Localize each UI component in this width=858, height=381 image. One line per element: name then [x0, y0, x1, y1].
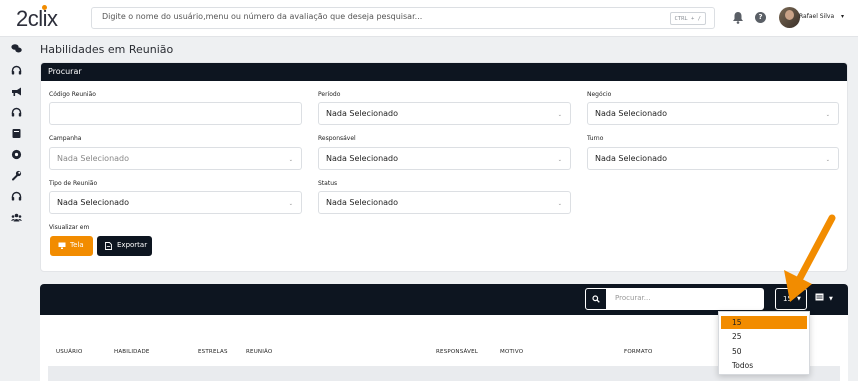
file-icon [105, 242, 112, 250]
col-reuniao[interactable]: REUNIÃO [246, 349, 272, 355]
help-icon[interactable]: ? [755, 12, 766, 23]
arrow-annotation-icon [784, 214, 836, 302]
filter-panel: Procurar Código Reunião Período Nada Sel… [40, 62, 848, 272]
megaphone-icon[interactable] [11, 86, 22, 97]
col-formato[interactable]: FORMATO [624, 349, 652, 355]
responsavel-value: Nada Selecionado [326, 154, 399, 163]
col-usuario[interactable]: USUÁRIO [56, 349, 82, 355]
tela-label: Tela [70, 241, 84, 249]
chevron-down-icon: ⌄ [288, 157, 293, 163]
user-name[interactable]: Rafael Silva [799, 13, 834, 20]
tipo-label: Tipo de Reunião [49, 180, 98, 187]
chevron-down-icon: ⌄ [288, 201, 293, 207]
chevron-down-icon[interactable]: ▾ [841, 13, 844, 20]
campanha-value: Nada Selecionado [57, 154, 130, 163]
tipo-value: Nada Selecionado [57, 198, 130, 207]
monitor-icon [58, 242, 66, 249]
chevron-down-icon: ⌄ [825, 157, 830, 163]
sidebar [0, 37, 33, 381]
col-habilidade[interactable]: HABILIDADE [114, 349, 150, 355]
negocio-label: Negócio [587, 91, 612, 98]
filter-panel-header: Procurar [41, 63, 847, 81]
page-size-dropdown: 15 25 50 Todos [718, 311, 810, 375]
headset-icon[interactable] [11, 107, 22, 118]
global-search-placeholder: Digite o nome do usuário,menu ou número … [102, 12, 423, 21]
logo[interactable]: 2clix [16, 6, 58, 32]
bell-icon[interactable] [732, 11, 744, 24]
avatar[interactable] [779, 7, 800, 28]
top-bar: 2clix Digite o nome do usuário,menu ou n… [0, 0, 858, 37]
search-icon[interactable] [585, 288, 607, 310]
tipo-select[interactable]: Nada Selecionado ⌄ [49, 191, 302, 214]
chevron-down-icon: ⌄ [825, 112, 830, 118]
status-value: Nada Selecionado [326, 198, 399, 207]
gear-badge-icon[interactable] [11, 149, 22, 160]
page-title: Habilidades em Reunião [40, 43, 174, 56]
codigo-input[interactable] [49, 102, 302, 125]
responsavel-select[interactable]: Nada Selecionado ⌄ [318, 147, 571, 170]
chevron-down-icon: ⌄ [557, 157, 562, 163]
periodo-select[interactable]: Nada Selecionado ⌄ [318, 102, 571, 125]
chat-icon[interactable] [11, 43, 22, 54]
col-responsavel[interactable]: RESPONSÁVEL [436, 349, 478, 355]
page-size-option-50[interactable]: 50 [721, 345, 807, 358]
exportar-label: Exportar [117, 241, 148, 249]
campanha-select[interactable]: Nada Selecionado ⌄ [49, 147, 302, 170]
chevron-down-icon: ⌄ [557, 201, 562, 207]
negocio-select[interactable]: Nada Selecionado ⌄ [587, 102, 839, 125]
responsavel-label: Responsável [318, 135, 356, 142]
col-estrelas[interactable]: ESTRELAS [198, 349, 228, 355]
users-icon[interactable] [11, 212, 22, 223]
wrench-icon[interactable] [11, 170, 22, 181]
global-search-input[interactable]: Digite o nome do usuário,menu ou número … [91, 7, 715, 29]
headset-icon[interactable] [11, 65, 22, 76]
view-label: Visualizar em [49, 224, 90, 231]
page-size-option-todos[interactable]: Todos [721, 359, 807, 372]
exportar-button[interactable]: Exportar [97, 236, 152, 256]
filter-panel-title: Procurar [48, 67, 82, 76]
chevron-down-icon: ⌄ [557, 112, 562, 118]
codigo-label: Código Reunião [49, 91, 96, 98]
tela-button[interactable]: Tela [50, 236, 93, 256]
periodo-label: Período [318, 91, 341, 98]
logo-dot [42, 5, 47, 10]
shortcut-hint: CTRL + / [669, 12, 706, 25]
status-select[interactable]: Nada Selecionado ⌄ [318, 191, 571, 214]
turno-label: Turno [587, 135, 604, 142]
turno-value: Nada Selecionado [595, 154, 668, 163]
periodo-value: Nada Selecionado [326, 109, 399, 118]
negocio-value: Nada Selecionado [595, 109, 668, 118]
status-label: Status [318, 180, 338, 187]
results-search-input[interactable]: Procurar... [607, 288, 764, 310]
book-icon[interactable] [11, 128, 22, 139]
page-size-option-15[interactable]: 15 [721, 316, 807, 329]
headset-icon[interactable] [11, 191, 22, 202]
campanha-label: Campanha [49, 135, 82, 142]
turno-select[interactable]: Nada Selecionado ⌄ [587, 147, 839, 170]
col-motivo[interactable]: MOTIVO [500, 349, 523, 355]
page-size-option-25[interactable]: 25 [721, 330, 807, 343]
results-search-placeholder: Procurar... [615, 294, 651, 302]
